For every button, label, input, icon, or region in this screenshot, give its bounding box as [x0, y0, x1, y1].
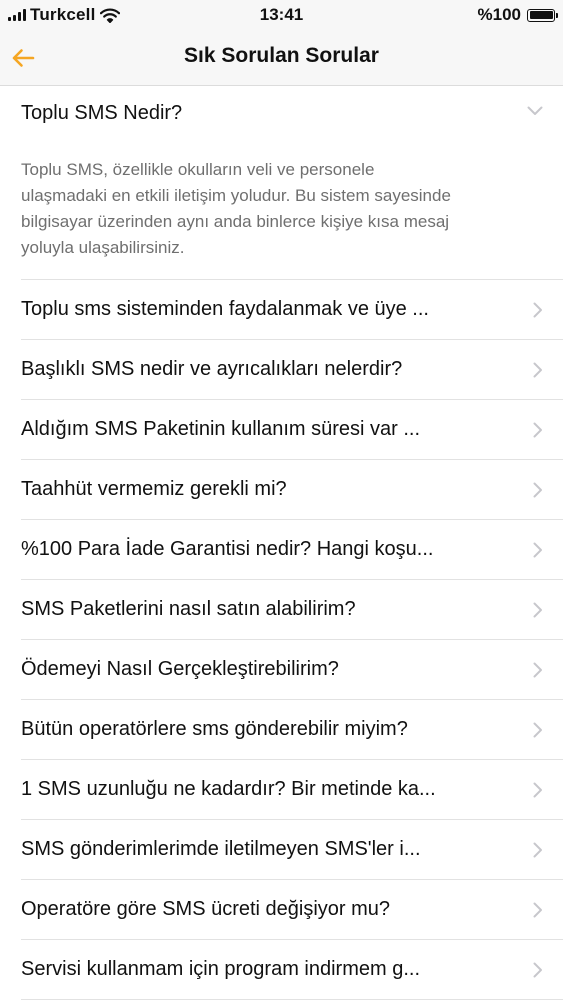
faq-item[interactable]: Toplu sms sisteminden faydalanmak ve üye…: [21, 280, 563, 340]
navigation-bar: Sık Sorulan Sorular: [0, 30, 563, 86]
battery-percent: %100: [477, 5, 521, 24]
faq-question: Bütün operatörlere sms gönderebilir miyi…: [21, 718, 408, 740]
chevron-right-icon: [533, 962, 542, 978]
faq-question: Toplu SMS Nedir?: [21, 102, 183, 124]
chevron-right-icon: [533, 782, 542, 798]
faq-answer-line: bilgisayar üzerinden aynı anda binlerce …: [21, 212, 450, 231]
chevron-right-icon: [533, 602, 542, 618]
faq-question: Ödemeyi Nasıl Gerçekleştirebilirim?: [21, 658, 339, 680]
faq-question: Toplu sms sisteminden faydalanmak ve üye…: [21, 298, 429, 320]
faq-item[interactable]: Bütün operatörlere sms gönderebilir miyi…: [21, 700, 563, 760]
faq-item[interactable]: Ödemeyi Nasıl Gerçekleştirebilirim?: [21, 640, 563, 700]
faq-question: Taahhüt vermemiz gerekli mi?: [21, 478, 287, 500]
faq-item[interactable]: Taahhüt vermemiz gerekli mi?: [21, 460, 563, 520]
chevron-right-icon: [533, 542, 542, 558]
faq-answer-line: yoluyla ulaşabilirsiniz.: [21, 238, 185, 257]
chevron-right-icon: [533, 722, 542, 738]
battery-icon: [527, 8, 558, 22]
faq-item[interactable]: Servisi kullanmam için program indirmem …: [21, 940, 563, 1000]
faq-item[interactable]: Operatöre göre SMS ücreti değişiyor mu?: [21, 880, 563, 940]
chevron-right-icon: [533, 422, 542, 438]
chevron-right-icon: [533, 302, 542, 318]
faq-item-open[interactable]: Toplu SMS Nedir?: [21, 86, 563, 140]
chevron-down-icon: [527, 106, 543, 115]
faq-item[interactable]: Başlıklı SMS nedir ve ayrıcalıkları nele…: [21, 340, 563, 400]
chevron-right-icon: [533, 362, 542, 378]
faq-item[interactable]: SMS gönderimlerimde iletilmeyen SMS'ler …: [21, 820, 563, 880]
faq-question: SMS Paketlerini nasıl satın alabilirim?: [21, 598, 356, 620]
faq-question: Operatöre göre SMS ücreti değişiyor mu?: [21, 898, 391, 920]
faq-question: Servisi kullanmam için program indirmem …: [21, 958, 421, 980]
chevron-right-icon: [533, 842, 542, 858]
faq-answer: Toplu SMS, özellikle okulların veli ve p…: [21, 140, 563, 280]
faq-answer-line: Toplu SMS, özellikle okulların veli ve p…: [21, 160, 375, 179]
faq-answer-line: ulaşmadaki en etkili iletişim yoludur. B…: [21, 186, 451, 205]
status-right: %100: [477, 5, 558, 25]
chevron-right-icon: [533, 662, 542, 678]
faq-question: %100 Para İade Garantisi nedir? Hangi ko…: [21, 538, 434, 560]
chevron-right-icon: [533, 482, 542, 498]
faq-item[interactable]: %100 Para İade Garantisi nedir? Hangi ko…: [21, 520, 563, 580]
faq-item[interactable]: 1 SMS uzunluğu ne kadardır? Bir metinde …: [21, 760, 563, 820]
page-title: Sık Sorulan Sorular: [184, 44, 379, 67]
status-bar: Turkcell 13:41 %100: [0, 0, 563, 30]
faq-list: Toplu SMS Nedir? Toplu SMS, özellikle ok…: [0, 86, 563, 1000]
faq-question: Başlıklı SMS nedir ve ayrıcalıkları nele…: [21, 358, 403, 380]
faq-question: Aldığım SMS Paketinin kullanım süresi va…: [21, 418, 421, 440]
faq-question: SMS gönderimlerimde iletilmeyen SMS'ler …: [21, 838, 421, 860]
faq-item[interactable]: SMS Paketlerini nasıl satın alabilirim?: [21, 580, 563, 640]
faq-question: 1 SMS uzunluğu ne kadardır? Bir metinde …: [21, 778, 436, 800]
chevron-right-icon: [533, 902, 542, 918]
faq-item[interactable]: Aldığım SMS Paketinin kullanım süresi va…: [21, 400, 563, 460]
